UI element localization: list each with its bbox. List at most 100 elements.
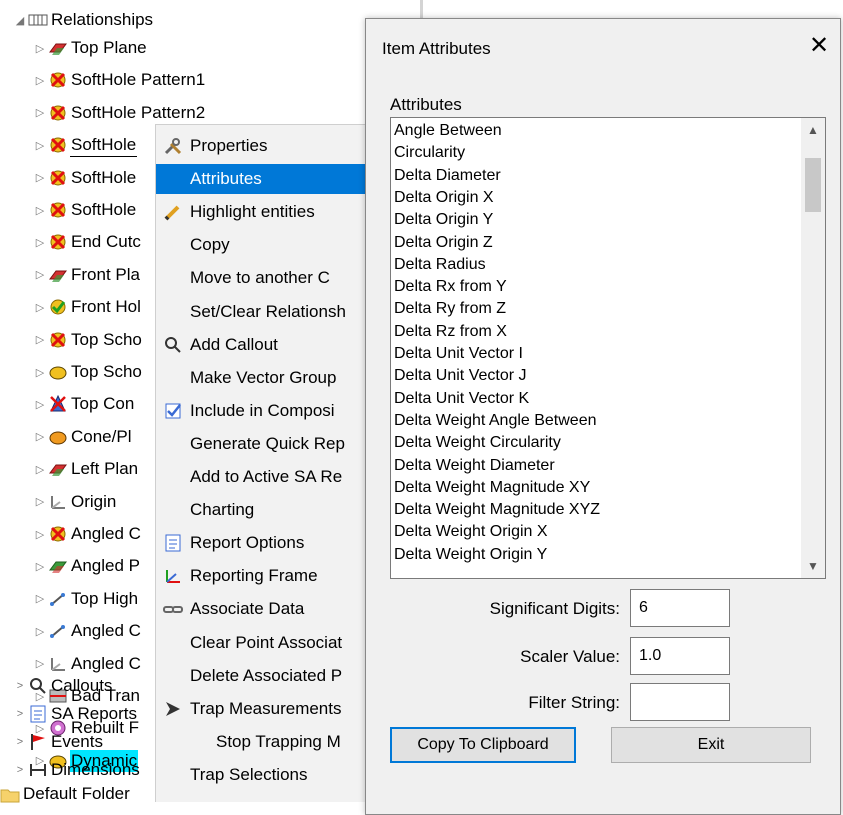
expand-icon[interactable]: ▷ xyxy=(34,139,46,152)
tree-item[interactable]: ▷ Angled C xyxy=(34,652,142,676)
exit-button[interactable]: Exit xyxy=(611,727,811,763)
menu-item-set-clear-relationsh[interactable]: Set/Clear Relationsh xyxy=(156,297,376,327)
attribute-list-item[interactable]: Delta Origin X xyxy=(394,187,494,209)
attribute-list-item[interactable]: Delta Rx from Y xyxy=(394,276,507,298)
expand-icon[interactable]: > xyxy=(14,736,26,748)
scroll-up-icon[interactable]: ▲ xyxy=(801,118,825,142)
expand-icon[interactable]: ▷ xyxy=(34,528,46,541)
expand-icon[interactable]: ▷ xyxy=(34,366,46,379)
copy-to-clipboard-button[interactable]: Copy To Clipboard xyxy=(390,727,576,763)
tree-item[interactable]: ▷ Top Scho xyxy=(34,360,143,384)
expand-icon[interactable]: ▷ xyxy=(34,560,46,573)
expand-icon[interactable]: > xyxy=(14,764,26,776)
attribute-list-item[interactable]: Delta Unit Vector K xyxy=(394,388,529,410)
attribute-list-item[interactable]: Delta Unit Vector I xyxy=(394,343,523,365)
tree-group-events[interactable]: > Events xyxy=(14,730,104,754)
expand-icon[interactable]: ▷ xyxy=(34,398,46,411)
menu-item-trap-selections[interactable]: Trap Selections xyxy=(156,760,376,790)
expand-icon[interactable]: ▷ xyxy=(34,657,46,670)
tree-item[interactable]: ▷ Front Pla xyxy=(34,263,141,287)
menu-item-trap-measurements[interactable]: Trap Measurements xyxy=(156,694,376,724)
menu-item-include-in-composi[interactable]: Include in Composi xyxy=(156,396,376,426)
tree-group-callouts[interactable]: > Callouts xyxy=(14,674,113,698)
scaler-value-field[interactable] xyxy=(630,637,730,675)
filter-string-field[interactable] xyxy=(630,683,730,721)
menu-item-stop-trapping-m[interactable]: Stop Trapping M xyxy=(156,727,376,757)
menu-item-properties[interactable]: Properties xyxy=(156,131,376,161)
tree-item[interactable]: ▷ Top Scho xyxy=(34,328,143,352)
significant-digits-field[interactable] xyxy=(630,589,730,627)
attribute-list-item[interactable]: Delta Weight Origin Y xyxy=(394,544,547,566)
close-icon[interactable]: ✕ xyxy=(806,33,832,59)
expand-icon[interactable]: ▷ xyxy=(34,463,46,476)
tree-default-folder[interactable]: Default Folder xyxy=(0,782,131,806)
tree-group-dimensions[interactable]: > Dimensions xyxy=(14,758,141,782)
attribute-list-item[interactable]: Delta Unit Vector J xyxy=(394,365,527,387)
expand-icon[interactable]: ▷ xyxy=(34,333,46,346)
expand-icon[interactable]: ▷ xyxy=(34,301,46,314)
attribute-list-item[interactable]: Delta Weight Magnitude XYZ xyxy=(394,499,600,521)
expand-icon[interactable]: ▷ xyxy=(34,592,46,605)
attribute-list-item[interactable]: Delta Radius xyxy=(394,254,486,276)
menu-item-make-vector-group[interactable]: Make Vector Group xyxy=(156,363,376,393)
expand-icon[interactable]: ▷ xyxy=(34,42,46,55)
scroll-down-icon[interactable]: ▼ xyxy=(801,554,825,578)
attribute-list-item[interactable]: Delta Ry from Z xyxy=(394,298,506,320)
expand-icon[interactable]: ▷ xyxy=(34,204,46,217)
attribute-list-item[interactable]: Delta Rz from X xyxy=(394,321,507,343)
attribute-list-item[interactable]: Angle Between xyxy=(394,120,502,142)
expand-icon[interactable]: ▷ xyxy=(34,236,46,249)
vertical-scrollbar[interactable]: ▲ ▼ xyxy=(801,118,825,578)
attribute-list-item[interactable]: Delta Weight Origin X xyxy=(394,521,548,543)
expand-icon[interactable]: ▷ xyxy=(34,625,46,638)
scroll-thumb[interactable] xyxy=(805,158,821,212)
tree-item[interactable]: ▷ Top High xyxy=(34,587,139,611)
expand-icon[interactable]: > xyxy=(14,708,26,720)
tree-item[interactable]: ▷ SoftHole Pattern2 xyxy=(34,101,206,125)
expand-icon[interactable]: ▷ xyxy=(34,171,46,184)
expand-icon[interactable]: ▷ xyxy=(34,268,46,281)
collapse-icon[interactable]: ◢ xyxy=(14,14,26,27)
menu-item-charting[interactable]: Charting xyxy=(156,495,376,525)
tree-item[interactable]: ▷ Cone/Pl xyxy=(34,425,132,449)
menu-item-copy[interactable]: Copy xyxy=(156,230,376,260)
tree-item[interactable]: ▷ End Cutc xyxy=(34,230,142,254)
menu-item-highlight-entities[interactable]: Highlight entities xyxy=(156,197,376,227)
menu-item-add-to-active-sa-re[interactable]: Add to Active SA Re xyxy=(156,462,376,492)
tree-item[interactable]: ▷ Angled C xyxy=(34,522,142,546)
expand-icon[interactable]: ▷ xyxy=(34,430,46,443)
menu-item-move-to-another-c[interactable]: Move to another C xyxy=(156,263,376,293)
attribute-list-item[interactable]: Delta Diameter xyxy=(394,165,501,187)
tree-item[interactable]: ▷ Top Con xyxy=(34,392,135,416)
menu-item-generate-quick-rep[interactable]: Generate Quick Rep xyxy=(156,429,376,459)
menu-item-clear-point-associat[interactable]: Clear Point Associat xyxy=(156,628,376,658)
attribute-list-item[interactable]: Delta Origin Y xyxy=(394,209,493,231)
attribute-list-item[interactable]: Delta Weight Magnitude XY xyxy=(394,477,590,499)
expand-icon[interactable]: ▷ xyxy=(34,106,46,119)
tree-root-relationships[interactable]: ◢ Relationships xyxy=(14,8,154,32)
tree-group-sa-reports[interactable]: > SA Reports xyxy=(14,702,138,726)
tree-item[interactable]: ▷ Angled P xyxy=(34,554,141,578)
tree-item[interactable]: ▷ Left Plan xyxy=(34,457,139,481)
tree-item[interactable]: ▷ SoftHole xyxy=(34,166,137,190)
attributes-listbox[interactable]: Angle Between Circularity Delta Diameter De… xyxy=(390,117,826,579)
attribute-list-item[interactable]: Circularity xyxy=(394,142,465,164)
expand-icon[interactable]: > xyxy=(14,680,26,692)
expand-icon[interactable]: ▷ xyxy=(34,74,46,87)
menu-item-reporting-frame[interactable]: Reporting Frame xyxy=(156,561,376,591)
tree-item[interactable]: ▷ Top Plane xyxy=(34,36,148,60)
tree-item[interactable]: ▷ Front Hol xyxy=(34,295,142,319)
menu-item-attributes[interactable]: Attributes xyxy=(156,164,376,195)
tree-item[interactable]: ▷ Angled C xyxy=(34,619,142,643)
attribute-list-item[interactable]: Delta Weight Diameter xyxy=(394,455,555,477)
menu-item-delete-associated-p[interactable]: Delete Associated P xyxy=(156,661,376,691)
tree-item[interactable]: ▷ SoftHole Pattern1 xyxy=(34,68,206,92)
attribute-list-item[interactable]: Delta Weight Circularity xyxy=(394,432,561,454)
menu-item-associate-data[interactable]: Associate Data xyxy=(156,594,376,624)
attribute-list-item[interactable]: Delta Weight Angle Between xyxy=(394,410,597,432)
tree-item[interactable]: ▷ SoftHole xyxy=(34,133,138,157)
tree-item[interactable]: ▷ Origin xyxy=(34,490,117,514)
expand-icon[interactable]: ▷ xyxy=(34,495,46,508)
tree-item[interactable]: ▷ SoftHole xyxy=(34,198,137,222)
menu-item-report-options[interactable]: Report Options xyxy=(156,528,376,558)
